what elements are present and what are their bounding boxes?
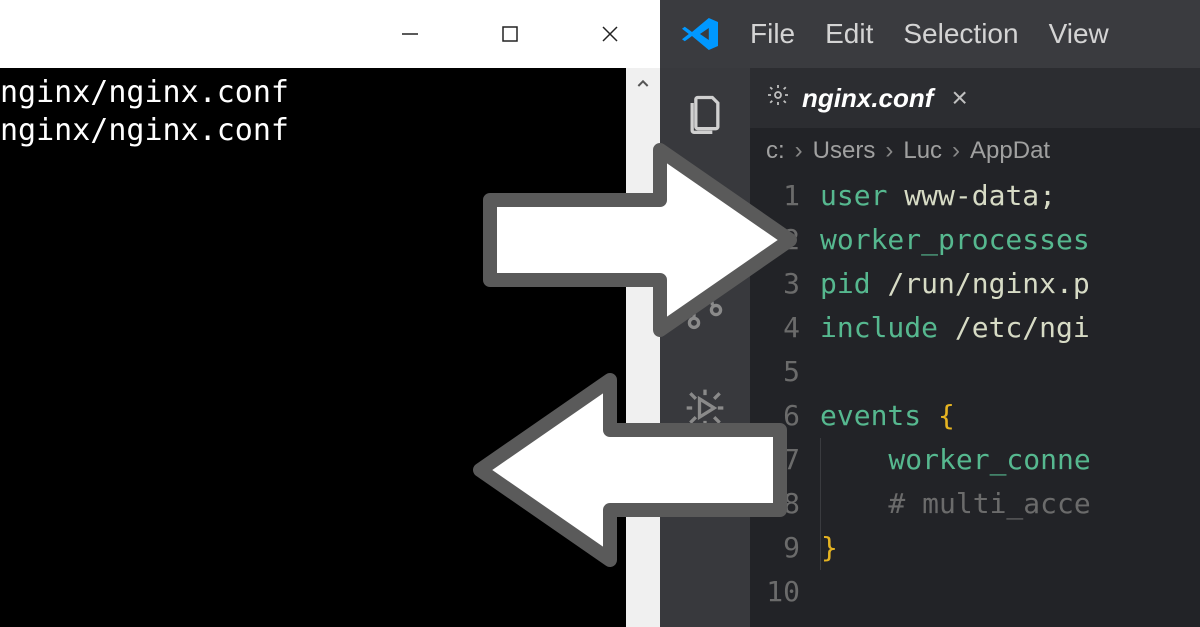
scroll-up-icon[interactable] xyxy=(626,68,660,100)
maximize-button[interactable] xyxy=(460,0,560,68)
close-button[interactable] xyxy=(560,0,660,68)
titlebar xyxy=(0,0,660,68)
breadcrumb-users[interactable]: Users xyxy=(813,137,876,165)
chevron-right-icon: › xyxy=(952,137,960,165)
tab-bar: nginx.conf × xyxy=(750,68,1200,128)
activity-bar xyxy=(660,68,750,627)
tab-close-icon[interactable]: × xyxy=(951,82,967,114)
tab-title[interactable]: nginx.conf xyxy=(802,83,933,114)
minimize-button[interactable] xyxy=(360,0,460,68)
gear-icon xyxy=(766,83,790,114)
debug-icon[interactable] xyxy=(681,384,729,432)
breadcrumb-c[interactable]: c: xyxy=(766,137,785,165)
menu-file[interactable]: File xyxy=(750,18,795,50)
vscode-window: File Edit Selection View xyxy=(660,0,1200,627)
menu-selection[interactable]: Selection xyxy=(903,18,1018,50)
breadcrumb-luc[interactable]: Luc xyxy=(903,137,942,165)
menu-view[interactable]: View xyxy=(1049,18,1109,50)
source-control-icon[interactable] xyxy=(681,286,729,334)
terminal-window: nginx/nginx.conf nginx/nginx.conf xyxy=(0,0,660,627)
chevron-right-icon: › xyxy=(885,137,893,165)
line-numbers: 12345678910 xyxy=(750,174,820,627)
explorer-icon[interactable] xyxy=(681,90,729,138)
breadcrumb-appdata[interactable]: AppDat xyxy=(970,137,1050,165)
terminal-output: nginx/nginx.conf nginx/nginx.conf xyxy=(0,68,626,627)
vscode-logo-icon xyxy=(680,14,720,54)
menubar: File Edit Selection View xyxy=(660,0,1200,68)
scrollbar[interactable] xyxy=(626,68,660,627)
editor-area: nginx.conf × c: › Users › Luc › AppDat 1… xyxy=(750,68,1200,627)
breadcrumbs[interactable]: c: › Users › Luc › AppDat xyxy=(750,128,1200,174)
chevron-right-icon: › xyxy=(795,137,803,165)
code-editor[interactable]: 12345678910 user www-data;worker_process… xyxy=(750,174,1200,627)
code-content[interactable]: user www-data;worker_processespid /run/n… xyxy=(820,174,1200,627)
search-icon[interactable] xyxy=(681,188,729,236)
menu-edit[interactable]: Edit xyxy=(825,18,873,50)
terminal-body[interactable]: nginx/nginx.conf nginx/nginx.conf xyxy=(0,68,660,627)
